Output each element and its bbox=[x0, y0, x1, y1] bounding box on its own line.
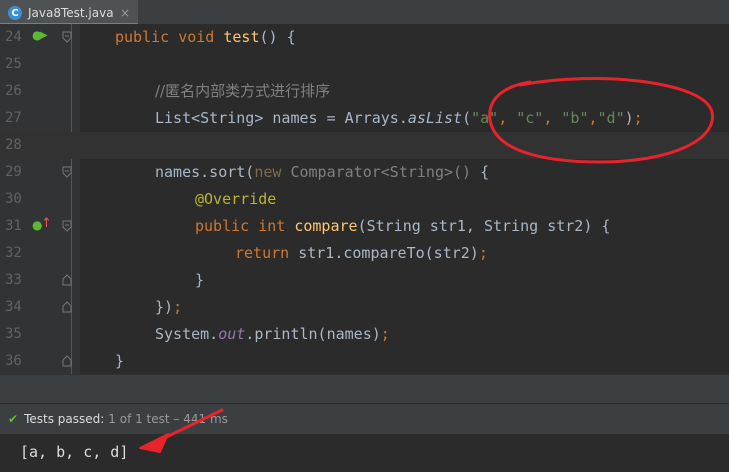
line-number: 27 bbox=[5, 110, 22, 126]
console-output-panel[interactable]: [a, b, c, d] bbox=[0, 434, 729, 472]
code-line-26[interactable]: 26 //匿名内部类方式进行排序 bbox=[0, 78, 729, 105]
line-number: 26 bbox=[5, 83, 22, 99]
code-text: public int compare(String str1, String s… bbox=[195, 217, 611, 235]
code-text: } bbox=[195, 271, 205, 289]
code-text: public void test() { bbox=[115, 28, 296, 46]
code-text: return str1.compareTo(str2); bbox=[235, 244, 488, 262]
fold-marker-icon[interactable] bbox=[62, 220, 72, 232]
code-comment: //匿名内部类方式进行排序 bbox=[155, 82, 331, 100]
line-number: 29 bbox=[5, 164, 22, 180]
line-number: 33 bbox=[5, 272, 22, 288]
line-number: 35 bbox=[5, 326, 22, 342]
code-editor[interactable]: 24 ● ▶ public void test() { 25 26 //匿名内部… bbox=[0, 24, 729, 374]
close-icon[interactable]: × bbox=[120, 6, 130, 20]
line-number: 30 bbox=[5, 191, 22, 207]
code-line-28[interactable]: 28 bbox=[0, 132, 729, 159]
java-class-icon: C bbox=[8, 6, 22, 20]
code-text: }); bbox=[155, 298, 183, 316]
code-line-30[interactable]: 30 @Override bbox=[0, 186, 729, 213]
line-number: 28 bbox=[5, 137, 22, 153]
tab-label: Java8Test.java bbox=[28, 6, 114, 20]
code-line-25[interactable]: 25 bbox=[0, 51, 729, 78]
tests-passed-label: Tests passed: bbox=[24, 412, 105, 426]
line-number: 36 bbox=[5, 353, 22, 369]
line-number: 32 bbox=[5, 245, 22, 261]
code-line-29[interactable]: 29 names.sort(new Comparator<String>() { bbox=[0, 159, 729, 186]
line-number: 25 bbox=[5, 56, 22, 72]
code-text: names.sort(new Comparator<String>() { bbox=[155, 163, 490, 181]
fold-marker-icon[interactable] bbox=[62, 166, 72, 178]
code-line-35[interactable]: 35 System.out.println(names); bbox=[0, 321, 729, 348]
code-text: List<String> names = Arrays.asList("a", … bbox=[155, 109, 643, 127]
test-status-bar: ✔ Tests passed: 1 of 1 test – 441 ms bbox=[0, 404, 729, 434]
code-line-24[interactable]: 24 ● ▶ public void test() { bbox=[0, 24, 729, 51]
tests-passed-detail: 1 of 1 test – 441 ms bbox=[108, 412, 228, 426]
code-line-32[interactable]: 32 return str1.compareTo(str2); bbox=[0, 240, 729, 267]
console-output-text: [a, b, c, d] bbox=[20, 443, 129, 461]
line-number: 31 bbox=[5, 218, 22, 234]
fold-marker-icon[interactable] bbox=[62, 31, 72, 43]
code-line-36[interactable]: 36 } bbox=[0, 348, 729, 375]
line-number: 24 bbox=[5, 29, 22, 45]
arrow-up-icon[interactable]: ↑ bbox=[41, 216, 52, 231]
line-number: 34 bbox=[5, 299, 22, 315]
panel-separator bbox=[0, 374, 729, 403]
fold-end-icon[interactable] bbox=[62, 355, 72, 367]
code-line-27[interactable]: 27 List<String> names = Arrays.asList("a… bbox=[0, 105, 729, 132]
code-annotation: @Override bbox=[195, 190, 277, 208]
code-text: } bbox=[115, 352, 125, 370]
code-line-31[interactable]: 31 ● ↑ public int compare(String str1, S… bbox=[0, 213, 729, 240]
fold-end-icon[interactable] bbox=[62, 274, 72, 286]
check-icon: ✔ bbox=[8, 412, 19, 426]
fold-end-icon[interactable] bbox=[62, 301, 72, 313]
play-icon[interactable]: ▶ bbox=[40, 30, 48, 41]
code-line-33[interactable]: 33 } bbox=[0, 267, 729, 294]
editor-tab-bar: C Java8Test.java × bbox=[0, 0, 729, 27]
tab-java8test[interactable]: C Java8Test.java × bbox=[0, 0, 138, 26]
code-text: System.out.println(names); bbox=[155, 325, 390, 343]
code-line-34[interactable]: 34 }); bbox=[0, 294, 729, 321]
